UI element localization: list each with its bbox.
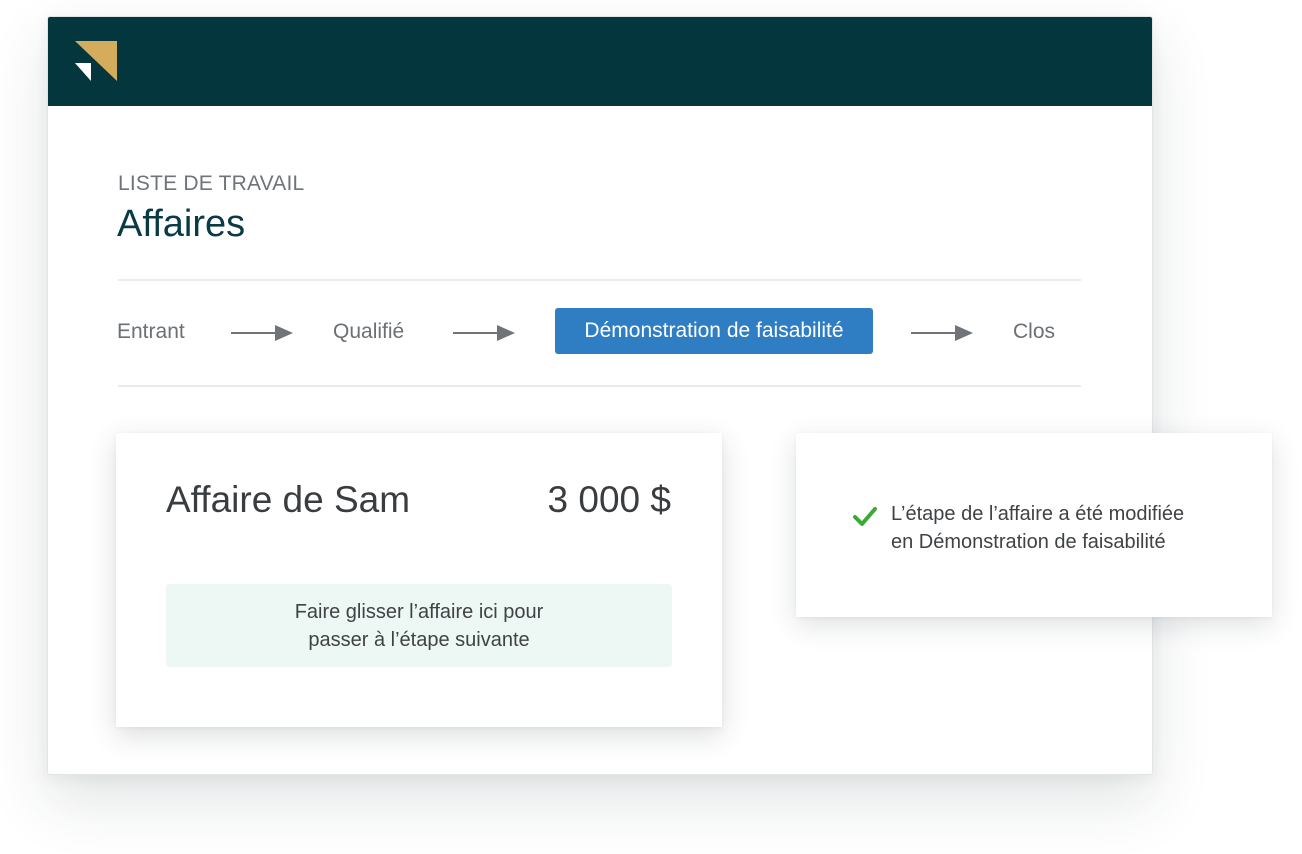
drop-zone-text-line2: passer à l’étape suivante [308, 629, 530, 651]
worklist-label: LISTE DE TRAVAIL [118, 172, 305, 195]
stage-entrant[interactable]: Entrant [117, 320, 185, 344]
drop-zone[interactable]: Faire glisser l’affaire ici pour passer … [166, 584, 672, 667]
stage: LISTE DE TRAVAIL Affaires Entrant Qualif… [0, 0, 1302, 854]
stage-clos[interactable]: Clos [1013, 320, 1055, 344]
divider-bottom [118, 385, 1081, 387]
checkmark-icon [853, 507, 877, 526]
notification-text-line2: en Démonstration de faisabilité [891, 531, 1166, 553]
stage-qualifie[interactable]: Qualifié [333, 320, 404, 344]
arrow-right-icon [911, 325, 973, 341]
divider-top [118, 279, 1081, 281]
top-bar [48, 17, 1152, 106]
notification-text-line1: L’étape de l’affaire a été modifiée [891, 503, 1185, 525]
stage-demonstration-active[interactable]: Démonstration de faisabilité [555, 308, 873, 354]
arrow-right-icon [453, 325, 515, 341]
drop-zone-text-line1: Faire glisser l’affaire ici pour [294, 601, 544, 623]
page-title: Affaires [117, 203, 246, 245]
deal-card[interactable]: Affaire de Sam 3 000 $ Faire glisser l’a… [116, 433, 722, 727]
deal-amount: 3 000 $ [547, 479, 671, 520]
stage-change-notification: L’étape de l’affaire a été modifiée en D… [796, 433, 1272, 617]
arrow-right-icon [231, 325, 293, 341]
deal-name: Affaire de Sam [166, 479, 411, 520]
brand-logo-icon[interactable] [75, 41, 117, 81]
